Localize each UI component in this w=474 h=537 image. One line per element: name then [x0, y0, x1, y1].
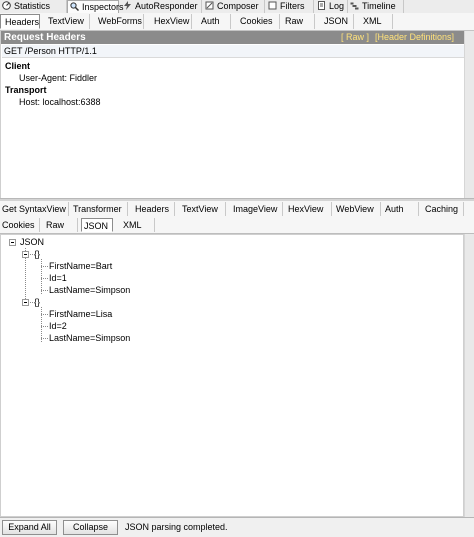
- header-group-client[interactable]: Client: [5, 61, 30, 71]
- tab-timeline[interactable]: Timeline: [348, 0, 404, 13]
- resp-tab-json[interactable]: JSON: [81, 218, 113, 232]
- tab-log[interactable]: Log: [315, 0, 348, 13]
- response-scrollbar[interactable]: [464, 234, 474, 517]
- statistics-icon: [2, 1, 11, 10]
- tree-connector: [41, 290, 48, 291]
- tab-filters[interactable]: Filters: [266, 0, 314, 13]
- tree-node-field[interactable]: LastName=Simpson: [49, 285, 130, 296]
- bottom-toolbar: Expand All Collapse JSON parsing complet…: [0, 517, 474, 537]
- expand-all-button[interactable]: Expand All: [2, 520, 57, 535]
- filters-icon: [268, 1, 277, 10]
- request-headers-bar: Request Headers [ Raw ] [Header Definiti…: [1, 31, 465, 44]
- resp-tab-webview[interactable]: WebView: [334, 202, 381, 216]
- collapse-button[interactable]: Collapse: [63, 520, 118, 535]
- req-tab-raw[interactable]: Raw: [281, 14, 315, 29]
- resp-tab-hexview[interactable]: HexView: [286, 202, 332, 216]
- collapse-toggle-icon[interactable]: [9, 239, 16, 246]
- composer-icon: [205, 1, 214, 10]
- log-icon: [317, 1, 326, 10]
- tree-node-field[interactable]: Id=2: [49, 321, 67, 332]
- tree-node-field[interactable]: FirstName=Bart: [49, 261, 112, 272]
- tree-connector: [41, 307, 42, 342]
- tab-composer[interactable]: Composer: [203, 0, 265, 13]
- resp-tab-textview[interactable]: TextView: [180, 202, 226, 216]
- req-tab-auth[interactable]: Auth: [197, 14, 231, 29]
- resp-tab-transformer[interactable]: Transformer: [71, 202, 128, 216]
- collapse-toggle-icon[interactable]: [22, 299, 29, 306]
- req-tab-webforms[interactable]: WebForms: [94, 14, 144, 29]
- resp-tab-cookies[interactable]: Cookies: [0, 218, 40, 232]
- header-group-transport[interactable]: Transport: [5, 85, 47, 95]
- tree-node-object[interactable]: {}: [34, 297, 40, 308]
- request-headers-title: Request Headers: [4, 32, 86, 43]
- raw-link[interactable]: [ Raw ]: [341, 31, 369, 44]
- collapse-toggle-icon[interactable]: [22, 251, 29, 258]
- tab-statistics[interactable]: Statistics: [0, 0, 67, 13]
- tree-connector: [41, 259, 42, 294]
- request-headers-panel: Request Headers [ Raw ] [Header Definiti…: [0, 31, 465, 198]
- tree-node-field[interactable]: FirstName=Lisa: [49, 309, 112, 320]
- request-scrollbar[interactable]: [464, 31, 474, 198]
- autoresponder-icon: [123, 1, 132, 10]
- tree-connector: [41, 278, 48, 279]
- response-inspector-tabs-row2: Cookies Raw JSON XML: [0, 217, 474, 234]
- tree-node-root[interactable]: JSON: [20, 237, 44, 248]
- header-host[interactable]: Host: localhost:6388: [19, 97, 101, 107]
- req-tab-textview[interactable]: TextView: [44, 14, 90, 29]
- tree-node-field[interactable]: Id=1: [49, 273, 67, 284]
- tree-node-field[interactable]: LastName=Simpson: [49, 333, 130, 344]
- resp-tab-get-syntaxview[interactable]: Get SyntaxView: [0, 202, 69, 216]
- resp-tab-raw[interactable]: Raw: [44, 218, 78, 232]
- resp-tab-xml[interactable]: XML: [121, 218, 155, 232]
- inspectors-icon: [70, 2, 80, 12]
- header-definitions-link[interactable]: [Header Definitions]: [375, 31, 454, 44]
- resp-tab-auth[interactable]: Auth: [383, 202, 419, 216]
- req-tab-cookies[interactable]: Cookies: [236, 14, 280, 29]
- request-inspector-tabs: Headers TextView WebForms HexView Auth C…: [0, 13, 474, 31]
- response-inspector-tabs-row1: Get SyntaxView Transformer Headers TextV…: [0, 201, 474, 217]
- req-tab-json[interactable]: JSON: [320, 14, 354, 29]
- status-text: JSON parsing completed.: [125, 522, 228, 532]
- tree-connector: [41, 314, 48, 315]
- tab-autoresponder[interactable]: AutoResponder: [121, 0, 202, 13]
- main-tab-strip: Statistics Inspectors AutoResponder Comp…: [0, 0, 474, 14]
- tree-connector: [41, 266, 48, 267]
- request-line: GET /Person HTTP/1.1: [2, 45, 464, 58]
- tab-inspectors[interactable]: Inspectors: [67, 0, 124, 14]
- req-tab-hexview[interactable]: HexView: [150, 14, 192, 29]
- resp-tab-imageview[interactable]: ImageView: [231, 202, 283, 216]
- tree-connector: [41, 338, 48, 339]
- req-tab-headers[interactable]: Headers: [0, 14, 40, 29]
- resp-tab-headers[interactable]: Headers: [133, 202, 175, 216]
- json-tree-view: JSON {} FirstName=Bart Id=1 LastName=Sim…: [0, 234, 464, 517]
- req-tab-xml[interactable]: XML: [359, 14, 393, 29]
- header-user-agent[interactable]: User-Agent: Fiddler: [19, 73, 97, 83]
- timeline-icon: [350, 1, 359, 10]
- tree-node-object[interactable]: {}: [34, 249, 40, 260]
- tree-connector: [41, 326, 48, 327]
- resp-tab-caching[interactable]: Caching: [423, 202, 464, 216]
